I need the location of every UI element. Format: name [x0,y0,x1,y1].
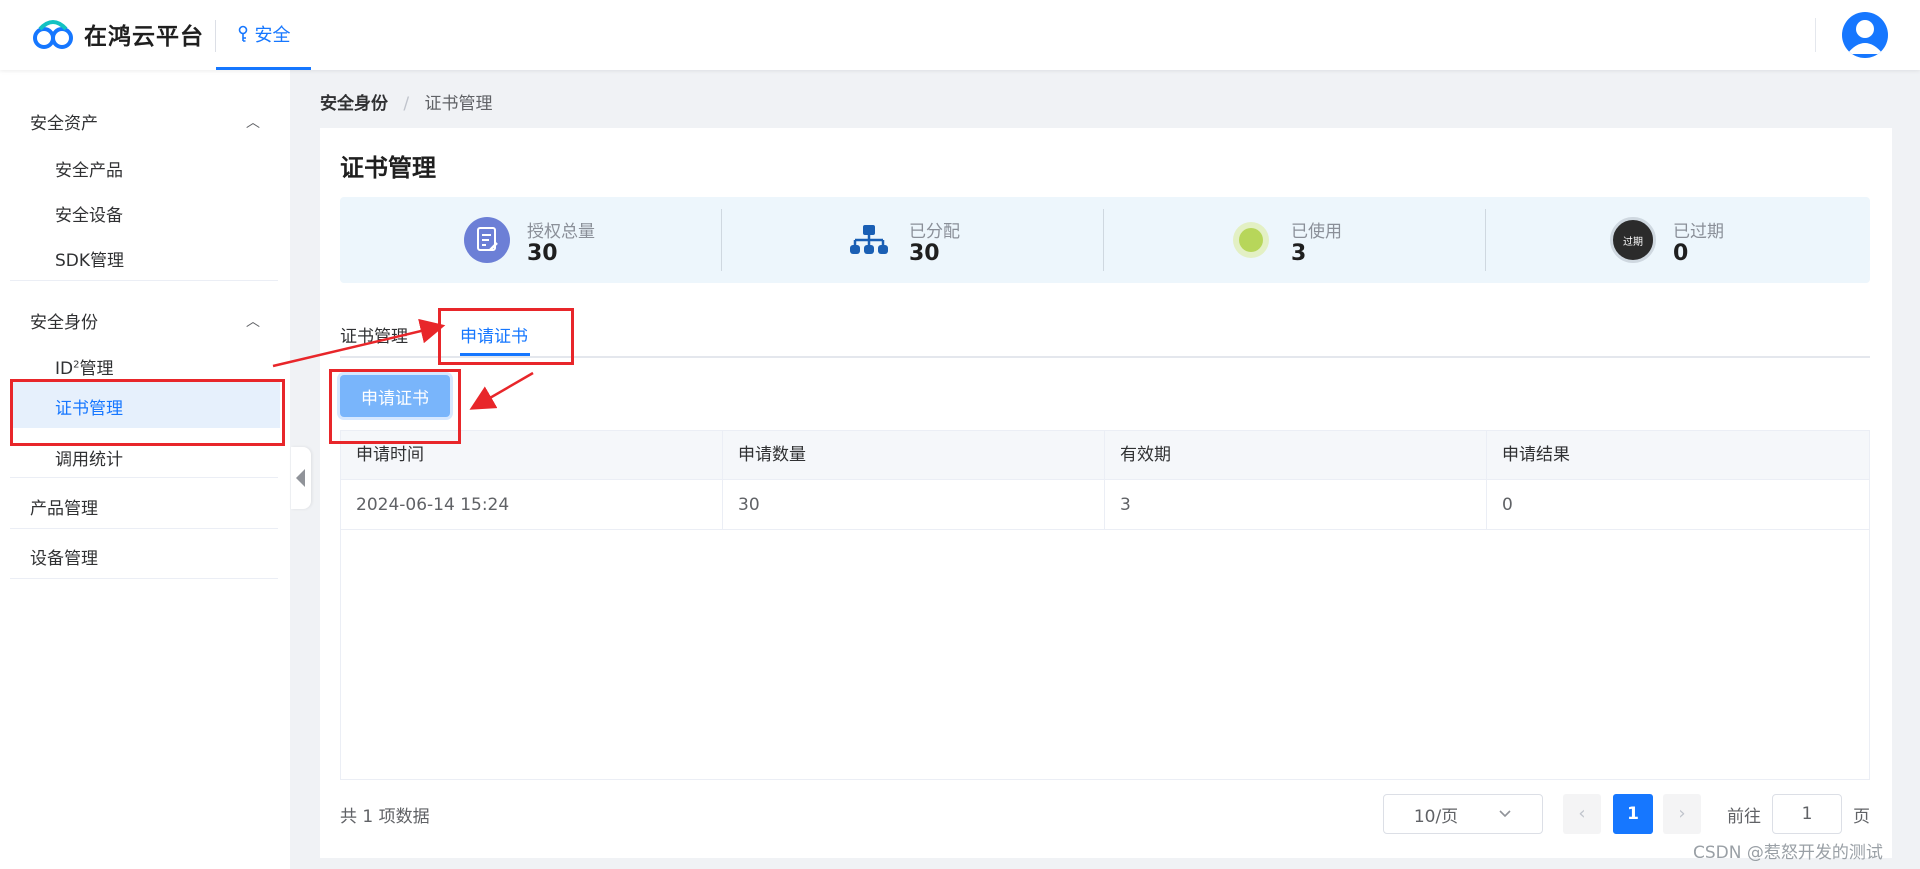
cell-validity: 3 [1105,480,1487,530]
nav-tab-label: 安全 [254,24,291,46]
stat-used: 已使用 3 [1104,197,1486,283]
org-tree-icon [850,225,888,254]
stat-label: 已过期 [1673,222,1724,242]
breadcrumb: 安全身份 / 证书管理 [320,89,493,114]
top-bar: 在鸿云平台 安全 [0,0,1920,70]
divider [10,477,278,478]
divider [10,280,278,281]
sidebar: 安全资产 ︿ 安全产品 安全设备 SDK管理 安全身份 ︿ ID2管理 证书管理… [0,70,290,869]
goto-suffix: 页 [1853,807,1870,827]
total-count: 共 1 项数据 [340,807,430,827]
header-apply-count: 申请数量 [723,431,1105,480]
id2-suffix: 管理 [79,359,114,379]
sidebar-item-sdk[interactable]: SDK管理 [55,246,124,271]
page-size-select[interactable]: 10/页 [1383,794,1543,834]
table-row[interactable]: 2024-06-14 15:24 30 3 0 [341,480,1869,530]
user-icon [1847,20,1883,54]
next-page-button[interactable]: › [1663,794,1701,834]
annotation-box-sidebar [10,379,285,446]
stat-value: 30 [527,241,558,266]
sidebar-item-product-mgmt[interactable]: 产品管理 [30,494,98,519]
brand-name: 在鸿云平台 [84,24,204,50]
expired-badge-icon: 过期 [1610,217,1656,263]
breadcrumb-separator: / [403,94,410,114]
document-edit-icon [464,217,510,263]
table-header: 申请时间 申请数量 有效期 申请结果 [341,431,1869,480]
stat-value: 0 [1673,241,1689,266]
topbar-right-divider [1815,18,1816,52]
key-icon [238,25,247,42]
chevron-up-icon: ︿ [246,313,260,330]
breadcrumb-current: 证书管理 [424,94,493,114]
header-result: 申请结果 [1502,445,1570,465]
stat-total: 授权总量 30 [340,197,722,283]
sidebar-group-label: 安全身份 [30,313,98,333]
sidebar-group-security-assets[interactable]: 安全资产 ︿ [30,109,260,134]
sidebar-group-label: 安全资产 [30,114,98,134]
sidebar-item-device-mgmt[interactable]: 设备管理 [30,544,98,569]
watermark: CSDN @惹怒开发的测试 [1693,843,1883,863]
caret-left-icon [296,469,305,487]
sidebar-item-security-products[interactable]: 安全产品 [55,156,123,181]
application-table: 申请时间 申请数量 有效期 申请结果 2024-06-14 15:24 30 3… [340,430,1870,780]
stat-expired: 过期 已过期 0 [1486,197,1868,283]
stat-value: 3 [1291,241,1307,266]
brand-logo[interactable]: 在鸿云平台 [32,17,204,51]
stats-panel: 授权总量 30 已分配 30 已使用 3 过期 已过期 0 [340,197,1870,283]
id2-prefix: ID [55,359,74,379]
nav-tab-security[interactable]: 安全 [216,0,311,70]
sidebar-item-call-stats[interactable]: 调用统计 [55,445,123,470]
page-size-value: 10/页 [1413,806,1459,827]
tab-certificate-mgmt[interactable]: 证书管理 [340,322,408,347]
chevron-right-icon: › [1678,803,1686,824]
sidebar-collapse-handle[interactable] [291,447,311,509]
page-number-current[interactable]: 1 [1613,794,1653,834]
prev-page-button[interactable]: ‹ [1563,794,1601,834]
expired-badge-text: 过期 [1623,236,1643,248]
divider [10,528,278,529]
stat-assigned: 已分配 30 [722,197,1104,283]
divider [10,578,278,579]
header-validity: 有效期 [1105,431,1487,480]
cell-result: 0 [1502,495,1513,515]
cell-apply-count: 30 [723,480,1105,530]
sidebar-group-security-identity[interactable]: 安全身份 ︿ [30,308,260,333]
user-avatar[interactable] [1842,12,1888,58]
goto-prefix: 前往 [1727,807,1761,827]
sidebar-item-security-devices[interactable]: 安全设备 [55,201,123,226]
chevron-left-icon: ‹ [1578,803,1586,824]
chevron-down-icon [1499,810,1511,818]
stat-label: 已分配 [909,222,960,242]
stat-label: 授权总量 [527,222,595,242]
chevron-up-icon: ︿ [246,114,260,131]
annotation-box-tab [438,308,574,365]
breadcrumb-parent[interactable]: 安全身份 [320,94,388,114]
stat-value: 30 [909,241,940,266]
cell-apply-time: 2024-06-14 15:24 [341,480,723,530]
stat-label: 已使用 [1291,222,1342,242]
sidebar-item-id2[interactable]: ID2管理 [55,354,113,379]
goto-page-input[interactable] [1772,794,1842,834]
page-title: 证书管理 [340,154,436,182]
green-dot-icon [1233,222,1269,258]
cloud-logo-icon [33,20,73,49]
annotation-box-button [329,369,461,444]
